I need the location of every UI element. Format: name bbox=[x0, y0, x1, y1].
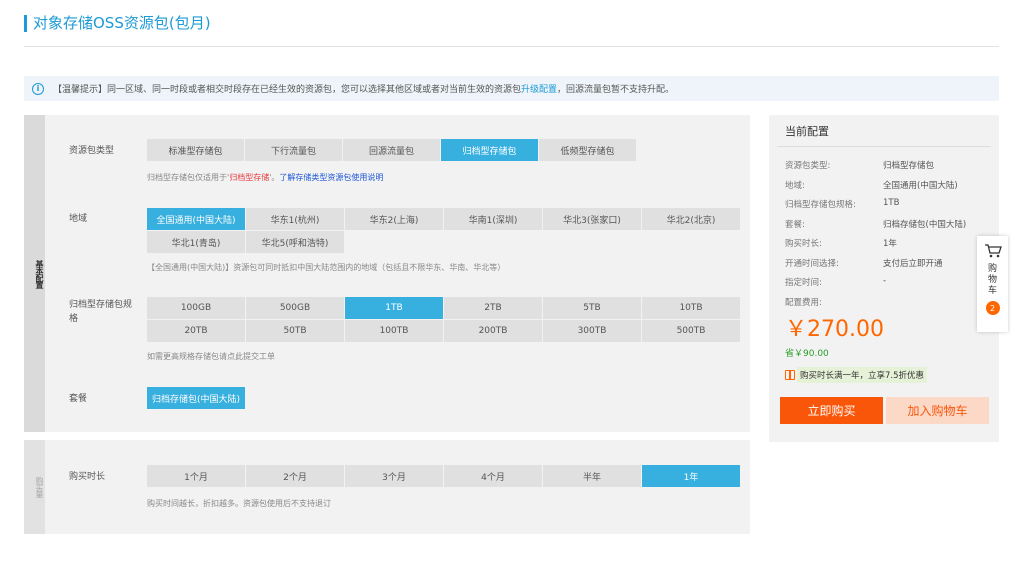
spec-label-line2: 格 bbox=[69, 314, 79, 324]
summary-row-key: 地域: bbox=[785, 180, 805, 191]
duration-option[interactable]: 半年 bbox=[543, 465, 641, 487]
spec-label: 归档型存储包规 格 bbox=[69, 298, 144, 326]
package-type-label: 资源包类型 bbox=[69, 146, 115, 156]
summary-row-key: 资源包类型: bbox=[785, 161, 831, 171]
package-hint-before: 归档型存储包仅适用于' bbox=[147, 173, 230, 182]
spec-option[interactable]: 100TB bbox=[345, 320, 443, 342]
region-options: 全国通用(中国大陆) 华东1(杭州) 华东2(上海) 华南1(深圳) 华北3(张家口) 华… bbox=[147, 208, 743, 253]
package-type-options: 标准型存储包 下行流量包 回源流量包 归档型存储包 低频型存储包 bbox=[147, 139, 647, 161]
current-config-title: 当前配置 bbox=[785, 125, 829, 138]
summary-row-value: 1TB bbox=[883, 198, 900, 208]
current-config-divider bbox=[777, 146, 991, 147]
duration-option[interactable]: 1个月 bbox=[147, 465, 245, 487]
plan-option[interactable]: 归档存储包(中国大陆) bbox=[147, 387, 245, 409]
package-type-option[interactable]: 标准型存储包 bbox=[147, 139, 244, 161]
buy-now-button[interactable]: 立即购买 bbox=[780, 397, 883, 424]
summary-row-key: 指定时间: bbox=[785, 278, 822, 288]
spec-option[interactable]: 500GB bbox=[246, 297, 344, 319]
saved-amount: 省￥90.00 bbox=[785, 349, 829, 359]
duration-option[interactable]: 4个月 bbox=[444, 465, 542, 487]
package-type-option[interactable]: 归档型存储包 bbox=[441, 139, 538, 161]
spec-option[interactable]: 500TB bbox=[642, 320, 740, 342]
summary-row-value: 1年 bbox=[883, 239, 897, 249]
package-type-option[interactable]: 下行流量包 bbox=[245, 139, 342, 161]
add-to-cart-button[interactable]: 加入购物车 bbox=[886, 397, 989, 424]
current-config-panel: 当前配置 资源包类型: 归档型存储包地域: 全国通用(中国大陆) 归档型存储包规格: 1… bbox=[769, 115, 999, 442]
plan-label: 套餐 bbox=[69, 394, 88, 404]
duration-option[interactable]: 2个月 bbox=[246, 465, 344, 487]
duration-label: 购买时长 bbox=[69, 472, 106, 482]
duration-hint: 购买时间越长，折扣越多。资源包使用后不支持退订 bbox=[147, 499, 331, 508]
package-hint-mid: '。 bbox=[269, 173, 280, 182]
region-option[interactable]: 华东1(杭州) bbox=[246, 208, 344, 230]
region-option[interactable]: 全国通用(中国大陆) bbox=[147, 208, 245, 230]
region-option[interactable]: 华北2(北京) bbox=[642, 208, 740, 230]
shopping-cart-icon bbox=[984, 244, 1002, 258]
summary-row-value: 全国通用(中国大陆) bbox=[883, 180, 958, 191]
plan-options: 归档存储包(中国大陆) bbox=[147, 387, 347, 409]
summary-row-key: 配置费用: bbox=[785, 297, 822, 308]
region-option[interactable]: 华北5(呼和浩特) bbox=[246, 231, 344, 253]
basic-config-side-label: 基本配置 bbox=[35, 259, 44, 288]
notice-banner: i 【温馨提示】同一区域、同一时段或者相交时段存在已经生效的资源包，您可以选择其… bbox=[24, 76, 999, 101]
purchase-strip: 购买量 bbox=[24, 440, 45, 534]
summary-row-value: 归档存储包(中国大陆) bbox=[883, 219, 967, 230]
page-title: 对象存储OSS资源包(包月) bbox=[33, 14, 211, 32]
title-accent-bar bbox=[24, 15, 27, 32]
floating-cart-label: 购物车 bbox=[987, 264, 997, 296]
duration-option[interactable]: 1年 bbox=[642, 465, 740, 487]
gift-icon bbox=[785, 370, 795, 380]
package-type-option[interactable]: 回源流量包 bbox=[343, 139, 440, 161]
spec-option[interactable]: 2TB bbox=[444, 297, 542, 319]
storage-type-guide-link[interactable]: 了解存储类型资源包使用说明 bbox=[279, 173, 383, 182]
summary-row-key: 购买时长: bbox=[785, 239, 822, 249]
spec-option[interactable]: 20TB bbox=[147, 320, 245, 342]
spec-hint[interactable]: 如需更高规格存储包请点此提交工单 bbox=[147, 351, 275, 362]
spec-option[interactable]: 300TB bbox=[543, 320, 641, 342]
info-icon: i bbox=[32, 82, 44, 95]
spec-option[interactable]: 1TB bbox=[345, 297, 443, 319]
spec-option[interactable]: 100GB bbox=[147, 297, 245, 319]
region-option[interactable]: 华北1(青岛) bbox=[147, 231, 245, 253]
region-hint: 【全国通用(中国大陆)】资源包可同时抵扣中国大陆范围内的地域（包括且不限华东、华… bbox=[147, 263, 506, 272]
region-option[interactable]: 华东2(上海) bbox=[345, 208, 443, 230]
floating-cart[interactable]: 购物车 2 bbox=[977, 236, 1008, 332]
promo-text: 购买时长满一年，立享7.5折优惠 bbox=[797, 367, 928, 383]
summary-row-key: 开通时间选择: bbox=[785, 258, 839, 269]
basic-config-panel: 基本配置 资源包类型 标准型存储包 下行流量包 回源流量包 归档型存储包 低频型存储包 … bbox=[24, 115, 750, 432]
notice-text-after: ，回源流量包暂不支持升配。 bbox=[557, 85, 675, 95]
spec-option[interactable]: 10TB bbox=[642, 297, 740, 319]
page-header: 对象存储OSS资源包(包月) bbox=[24, 12, 999, 47]
package-hint-red: 归档型存储 bbox=[229, 173, 270, 182]
purchase-side-label: 购买量 bbox=[35, 476, 44, 498]
spec-option[interactable]: 50TB bbox=[246, 320, 344, 342]
promo-banner: 购买时长满一年，立享7.5折优惠 bbox=[785, 367, 928, 383]
summary-row-value: 归档型存储包 bbox=[883, 161, 935, 171]
price: ￥270.00 bbox=[785, 317, 884, 342]
spec-option[interactable]: 5TB bbox=[543, 297, 641, 319]
summary-row-value: 支付后立即开通 bbox=[883, 258, 943, 269]
spec-label-line1: 归档型存储包规 bbox=[69, 300, 133, 310]
summary-row-key: 归档型存储包规格: bbox=[785, 200, 856, 210]
cart-count-badge: 2 bbox=[985, 301, 1000, 315]
duration-option[interactable]: 3个月 bbox=[345, 465, 443, 487]
purchase-panel: 购买量 购买时长 1个月 2个月 3个月 4个月 半年 1年 购买时间越长，折扣越多。资源… bbox=[24, 440, 750, 534]
summary-row-key: 套餐: bbox=[785, 219, 805, 230]
spec-options: 100GB 500GB 1TB 2TB 5TB 10TB 20TB 50TB 100TB 200T… bbox=[147, 297, 743, 342]
region-label: 地域 bbox=[69, 214, 88, 224]
region-option[interactable]: 华北3(张家口) bbox=[543, 208, 641, 230]
package-type-hint: 归档型存储包仅适用于'归档型存储'。了解存储类型资源包使用说明 bbox=[147, 172, 383, 183]
package-type-option[interactable]: 低频型存储包 bbox=[539, 139, 636, 161]
upgrade-config-link[interactable]: 升级配置 bbox=[521, 82, 557, 95]
notice-text-before: 【温馨提示】同一区域、同一时段或者相交时段存在已经生效的资源包，您可以选择其他区… bbox=[53, 85, 522, 95]
duration-options: 1个月 2个月 3个月 4个月 半年 1年 bbox=[147, 465, 747, 487]
spec-option[interactable]: 200TB bbox=[444, 320, 542, 342]
summary-row-value: - bbox=[883, 276, 887, 286]
region-option[interactable]: 华南1(深圳) bbox=[444, 208, 542, 230]
basic-config-strip: 基本配置 bbox=[24, 115, 45, 432]
